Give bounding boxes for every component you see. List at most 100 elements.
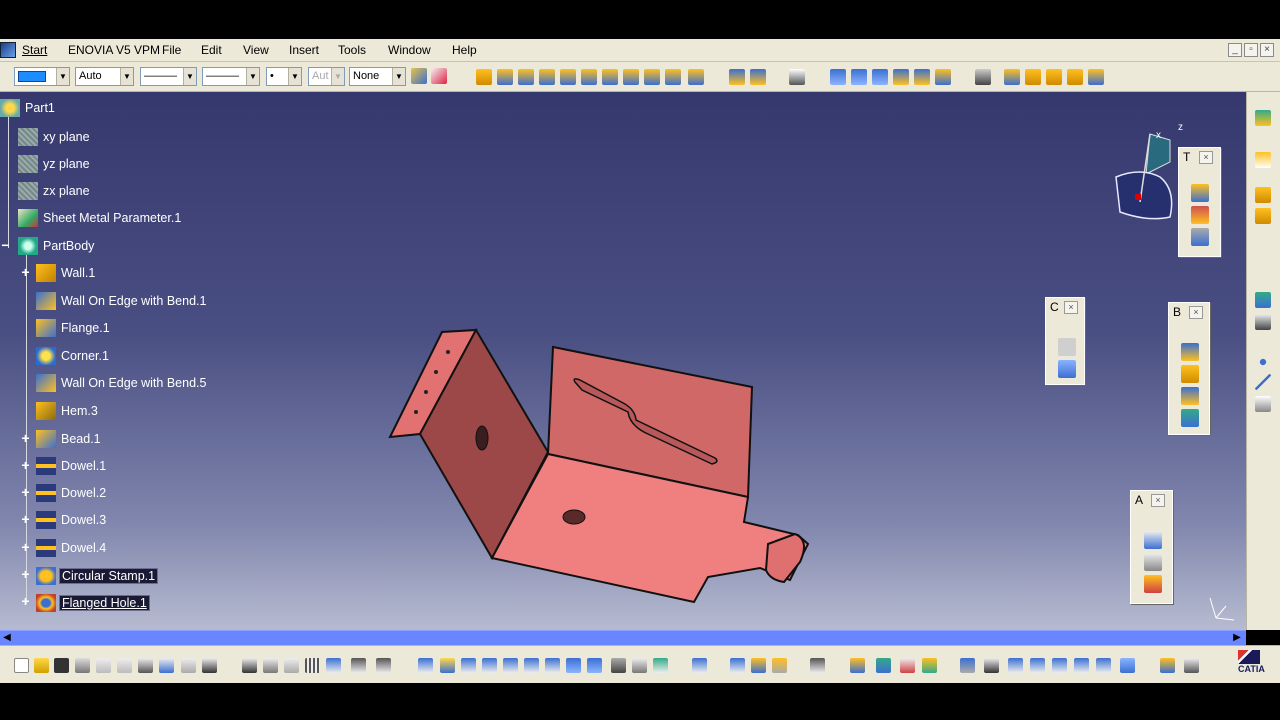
tree-item-partbody[interactable]: PartBody (18, 236, 96, 256)
tool-icon[interactable] (730, 658, 745, 673)
tool-icon[interactable] (1144, 553, 1162, 571)
tool-icon[interactable] (1074, 658, 1089, 673)
tool-icon[interactable] (1160, 658, 1175, 673)
axis-icon[interactable] (1008, 658, 1023, 673)
tool-icon[interactable] (1058, 338, 1076, 356)
expand-icon[interactable]: + (20, 512, 31, 526)
tree-item-hem[interactable]: Hem.3 (36, 401, 100, 421)
tree-root-part[interactable]: Part1 (0, 98, 57, 118)
rendering-style-combo[interactable]: None ▼ (349, 67, 406, 86)
line-thickness-combo[interactable]: ——— ▼ (140, 67, 197, 86)
tool-icon[interactable] (1181, 343, 1199, 361)
tree-item-circular-stamp[interactable]: Circular Stamp.1 (36, 566, 159, 586)
tool-icon[interactable] (1191, 228, 1209, 246)
tool-icon[interactable] (984, 658, 999, 673)
extrusion-icon[interactable] (518, 69, 534, 85)
unfolding-icon[interactable] (729, 69, 745, 85)
plane-icon[interactable] (1255, 396, 1271, 412)
workbench-icon[interactable] (1255, 110, 1271, 126)
transparency-combo[interactable]: Auto ▼ (75, 67, 134, 86)
menu-window[interactable]: Window (388, 43, 431, 57)
menu-insert[interactable]: Insert (289, 43, 319, 57)
symmetry-icon[interactable] (1046, 69, 1062, 85)
tree-item-yz-plane[interactable]: yz plane (18, 154, 92, 174)
hem-icon[interactable] (581, 69, 597, 85)
chevron-down-icon[interactable]: ▼ (56, 68, 69, 85)
corner-relief-icon[interactable] (872, 69, 888, 85)
chevron-down-icon[interactable]: ▼ (331, 68, 344, 85)
swap-visible-icon[interactable] (653, 658, 668, 673)
menu-help[interactable]: Help (452, 43, 477, 57)
shading-icon[interactable] (611, 658, 626, 673)
expand-icon[interactable]: + (20, 431, 31, 445)
tool-icon[interactable] (960, 658, 975, 673)
tree-item-flange[interactable]: Flange.1 (36, 318, 112, 338)
cut-out-icon[interactable] (830, 69, 846, 85)
floating-toolbar-t[interactable]: T × (1178, 147, 1221, 257)
color-combo[interactable]: ▼ (14, 67, 70, 86)
tool-icon[interactable] (1255, 187, 1271, 203)
expand-icon[interactable]: + (20, 567, 31, 581)
floating-toolbar-a[interactable]: A × (1130, 490, 1173, 604)
tree-item-zx-plane[interactable]: zx plane (18, 181, 92, 201)
table-icon[interactable] (305, 658, 320, 673)
wall-on-edge-icon[interactable] (497, 69, 513, 85)
floating-toolbar-b[interactable]: B × (1168, 302, 1210, 435)
wall-icon[interactable] (476, 69, 492, 85)
chamfer-icon[interactable] (914, 69, 930, 85)
tool-icon[interactable] (1120, 658, 1135, 673)
tool-icon[interactable] (1181, 387, 1199, 405)
minimize-icon[interactable]: _ (1228, 43, 1242, 57)
tool-icon[interactable] (876, 658, 891, 673)
menu-tools[interactable]: Tools (338, 43, 366, 57)
fit-all-icon[interactable] (440, 658, 455, 673)
fly-mode-icon[interactable] (418, 658, 433, 673)
sketch-icon[interactable] (789, 69, 805, 85)
expand-icon[interactable]: + (20, 594, 31, 608)
redo-icon[interactable] (181, 658, 196, 673)
painter-icon[interactable] (411, 68, 427, 84)
tool-icon[interactable] (751, 658, 766, 673)
pan-icon[interactable] (461, 658, 476, 673)
hide-show-icon[interactable] (632, 658, 647, 673)
chevron-down-icon[interactable]: ▼ (120, 68, 133, 85)
pattern-icon[interactable] (975, 69, 991, 85)
scroll-right-icon[interactable]: ▶ (1231, 632, 1243, 644)
tree-item-xy-plane[interactable]: xy plane (18, 127, 92, 147)
print-icon[interactable] (75, 658, 90, 673)
cut-icon[interactable] (96, 658, 111, 673)
tool-icon[interactable] (376, 658, 391, 673)
axis-to-axis-icon[interactable] (1067, 69, 1083, 85)
tree-item-dowel-4[interactable]: Dowel.4 (36, 538, 108, 558)
tree-item-dowel-2[interactable]: Dowel.2 (36, 483, 108, 503)
tree-item-flanged-hole[interactable]: Flanged Hole.1 (36, 593, 150, 613)
chevron-down-icon[interactable]: ▼ (183, 68, 196, 85)
tool-icon[interactable] (1181, 365, 1199, 383)
undo-icon[interactable] (159, 658, 174, 673)
menu-edit[interactable]: Edit (201, 43, 222, 57)
tool-icon[interactable] (810, 658, 825, 673)
menu-view[interactable]: View (243, 43, 269, 57)
tool-icon[interactable] (1191, 184, 1209, 202)
tree-item-dowel-1[interactable]: Dowel.1 (36, 456, 108, 476)
tool-icon[interactable] (772, 658, 787, 673)
tool-icon[interactable] (922, 658, 937, 673)
close-icon[interactable]: × (1151, 494, 1165, 507)
zoom-out-icon[interactable] (524, 658, 539, 673)
chevron-down-icon[interactable]: ▼ (246, 68, 259, 85)
tool-icon[interactable] (326, 658, 341, 673)
tool-icon[interactable] (692, 658, 707, 673)
formula-icon[interactable] (242, 658, 257, 673)
expand-icon[interactable]: + (20, 485, 31, 499)
tool-icon[interactable] (1181, 409, 1199, 427)
3d-viewport[interactable]: z x Part1 xy plane yz plane zx plane She… (0, 92, 1246, 630)
tool-icon[interactable] (351, 658, 366, 673)
whats-this-icon[interactable] (202, 658, 217, 673)
bend-from-flat-icon[interactable] (688, 69, 704, 85)
copy-icon[interactable] (117, 658, 132, 673)
point-symbol-combo[interactable]: • ▼ (266, 67, 302, 86)
select-icon[interactable] (1255, 152, 1271, 168)
rotate-icon[interactable] (482, 658, 497, 673)
hole-icon[interactable] (851, 69, 867, 85)
layer-combo[interactable]: Aut ▼ (308, 67, 345, 86)
